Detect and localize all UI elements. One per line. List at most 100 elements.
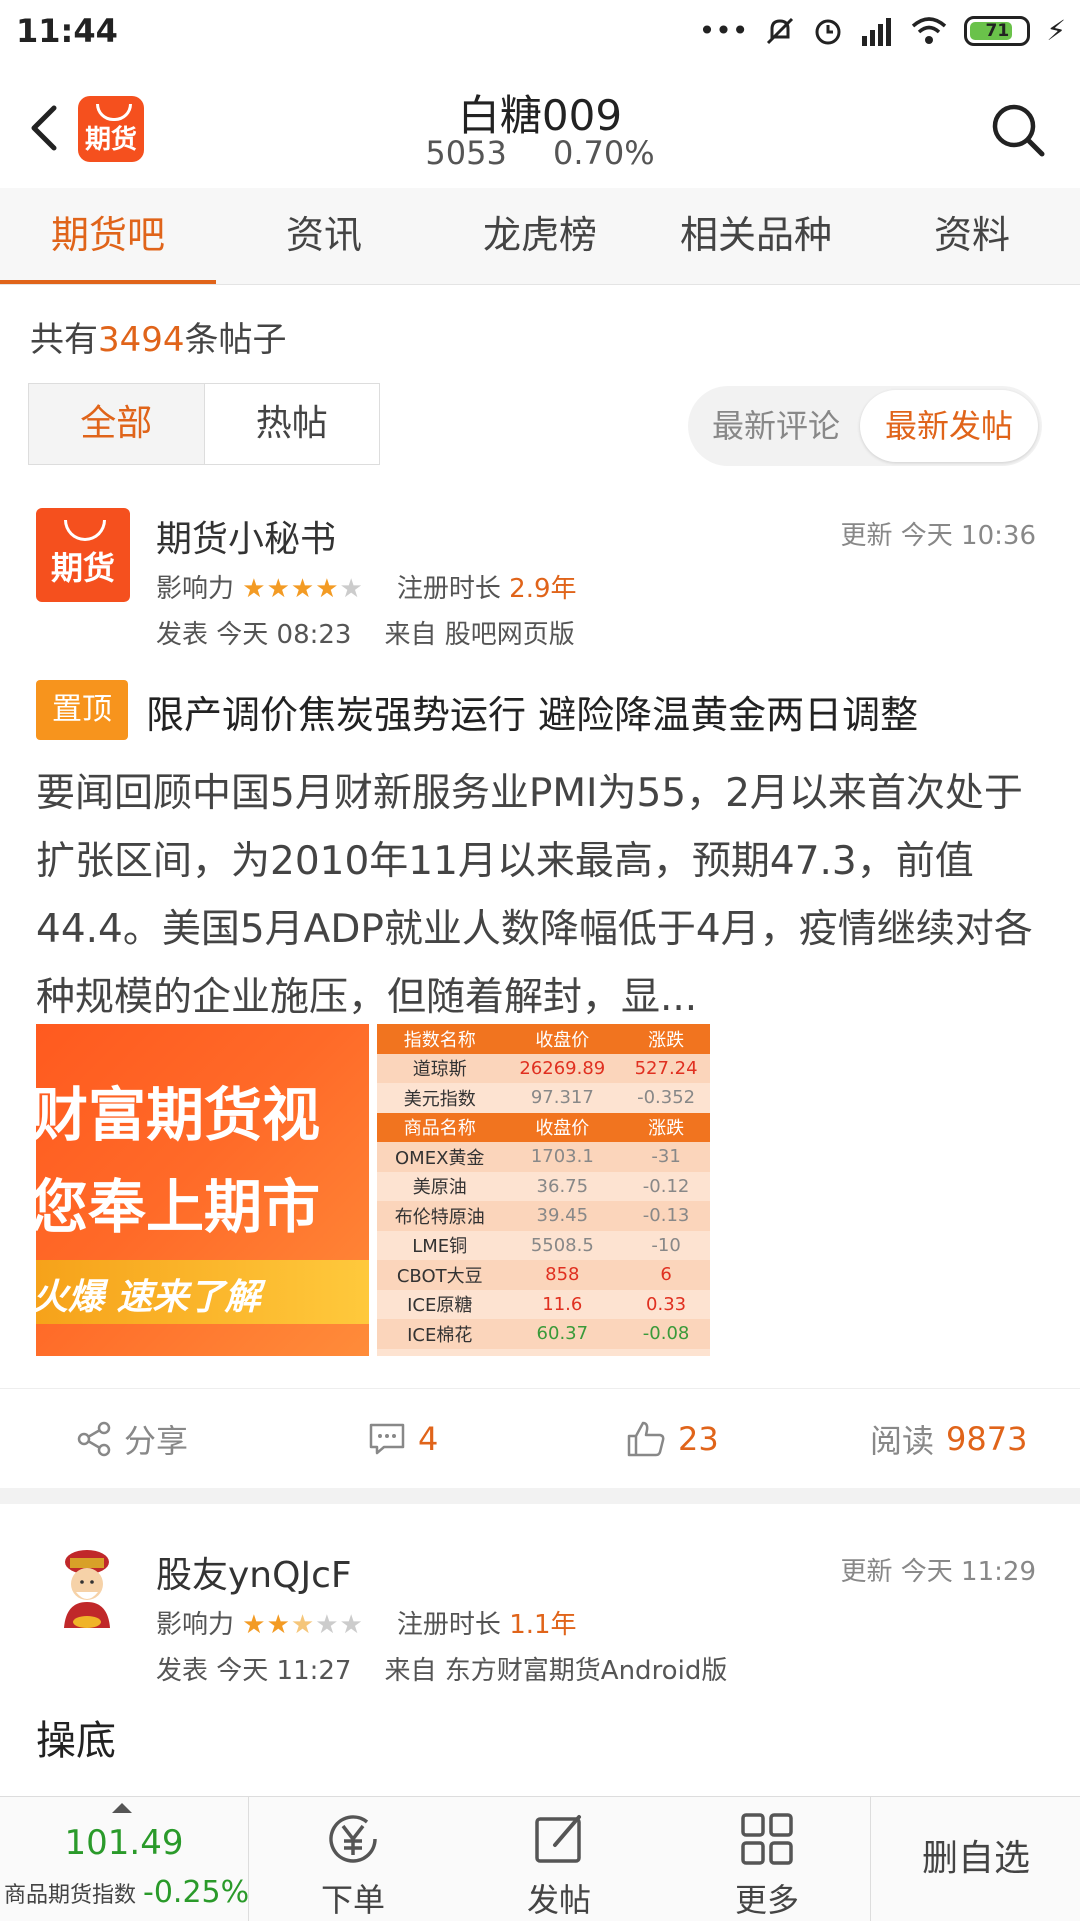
share-icon (77, 1421, 111, 1457)
table-header-row: 商品名称 收盘价 涨跌 (377, 1112, 710, 1142)
post-source: 来自 股吧网页版 (384, 620, 575, 650)
post-filter: 全部 热帖 (28, 383, 380, 465)
filter-hot-button[interactable]: 热帖 (203, 384, 380, 464)
status-bar: 11:44 ••• 71 ⚡ (0, 0, 1080, 68)
table-row: ICE原糖 11.6 0.33 (377, 1290, 710, 1320)
table-cell: 0.33 (646, 1293, 687, 1315)
table-cell: 26269.89 (502, 1053, 623, 1083)
post-count-suffix: 条帖子 (184, 320, 287, 360)
post-updated-time: 更新 今天 10:36 (840, 521, 1036, 551)
read-label: 阅读 (870, 1422, 935, 1460)
register-label: 注册时长 (396, 1610, 501, 1640)
table-cell: LME铜 (412, 1236, 468, 1258)
post-author[interactable]: 股友ynQJcF (156, 1546, 352, 1598)
post-actions: 分享 4 23 阅读 9873 (0, 1388, 1080, 1489)
table-row: ICE棉花 60.37 -0.08 (377, 1319, 710, 1349)
pinned-badge: 置顶 (36, 680, 128, 740)
comment-count: 4 (418, 1420, 439, 1458)
battery-level: 71 (985, 20, 1010, 41)
order-label: 下单 (320, 1881, 385, 1919)
table-cell: -0.12 (642, 1175, 690, 1197)
read-count: 阅读 9873 (870, 1389, 1027, 1489)
tab-dragon-tiger-list[interactable]: 龙虎榜 (432, 188, 648, 284)
post-author[interactable]: 期货小秘书 (156, 510, 336, 562)
banner-text-2: 您奉上期市 (36, 1173, 321, 1241)
sort-toggle: 最新评论 最新发帖 (688, 386, 1042, 466)
post-time: 发表 今天 11:27 (156, 1656, 352, 1686)
index-ticker[interactable]: 101.49 商品期货指数 -0.25% (0, 1797, 249, 1921)
post-title[interactable]: 限产调价焦炭强势运行 避险降温黄金两日调整 (146, 684, 918, 739)
wifi-icon (912, 16, 947, 44)
table-header-row: 指数名称 收盘价 涨跌 (377, 1024, 710, 1054)
table-header-cell: 指数名称 (377, 1024, 503, 1054)
table-cell: -31 (622, 1142, 710, 1172)
table-row: 美原油 36.75 -0.12 (377, 1172, 710, 1202)
post-count: 共有3494条帖子 (30, 312, 287, 361)
post-body[interactable]: 要闻回顾中国5月财新服务业PMI为55，2月以来首次处于扩张区间，为2010年1… (36, 760, 1046, 1032)
post-count-number: 3494 (98, 320, 185, 360)
banner-text-1: 财富期货视 (36, 1081, 321, 1149)
post-button[interactable]: 发帖 (455, 1797, 663, 1921)
table-cell: 美原油 (412, 1177, 467, 1199)
tab-related-varieties[interactable]: 相关品种 (648, 188, 864, 284)
table-header-cell: 收盘价 (502, 1112, 623, 1142)
table-row: 布伦特原油 39.45 -0.13 (377, 1201, 710, 1231)
banner-text-3: 火爆 速来了解 (36, 1277, 261, 1318)
share-button[interactable]: 分享 (76, 1389, 188, 1489)
share-label: 分享 (124, 1422, 189, 1460)
table-cell: -0.13 (622, 1201, 710, 1231)
table-row: 道琼斯 26269.89 527.24 (377, 1053, 710, 1083)
tab-futures-bar[interactable]: 期货吧 (0, 188, 216, 284)
sort-latest-post[interactable]: 最新发帖 (860, 390, 1038, 462)
table-cell: -0.352 (637, 1087, 696, 1109)
market-table: 指数名称 收盘价 涨跌 道琼斯 26269.89 527.24 美元指数 97.… (377, 1024, 710, 1349)
table-cell: -0.08 (622, 1319, 710, 1349)
price-line: 5053 0.70% (0, 134, 1080, 172)
table-header-cell: 涨跌 (622, 1024, 710, 1054)
tab-profile[interactable]: 资料 (864, 188, 1080, 284)
tab-bar: 期货吧 资讯 龙虎榜 相关品种 资料 (0, 188, 1080, 285)
post-image-banner[interactable]: 财富期货视 您奉上期市 火爆 速来了解 (36, 1024, 369, 1356)
filter-all-button[interactable]: 全部 (29, 384, 204, 464)
table-row: OMEX黄金 1703.1 -31 (377, 1142, 710, 1172)
price-value: 5053 (425, 134, 507, 172)
post-image-market-table[interactable]: 指数名称 收盘价 涨跌 道琼斯 26269.89 527.24 美元指数 97.… (377, 1024, 710, 1356)
table-cell: ICE棉花 (377, 1319, 503, 1349)
grid-icon (741, 1813, 793, 1865)
edit-icon (535, 1815, 581, 1863)
comment-icon (369, 1423, 405, 1455)
avatar[interactable] (40, 1544, 134, 1638)
search-icon[interactable] (990, 102, 1046, 158)
post-author-stats: 影响力 ★★★★★ 注册时长 2.9年 (156, 568, 577, 605)
more-button[interactable]: 更多 (663, 1797, 871, 1921)
sort-latest-comment[interactable]: 最新评论 (712, 386, 840, 466)
post-separator (0, 1488, 1080, 1504)
read-value: 9873 (946, 1420, 1028, 1458)
comment-button[interactable]: 4 (368, 1389, 438, 1489)
battery-icon: 71 (964, 15, 1031, 46)
register-value: 1.1年 (509, 1610, 577, 1640)
caret-up-icon (112, 1803, 132, 1813)
post-body[interactable]: 操底 (36, 1708, 116, 1766)
signal-icon (862, 17, 892, 46)
order-button[interactable]: 下单 (249, 1797, 457, 1921)
table-header-cell: 涨跌 (622, 1112, 710, 1142)
post-updated-time: 更新 今天 11:29 (840, 1557, 1036, 1587)
avatar[interactable]: 期货 (36, 508, 130, 602)
index-change: -0.25% (143, 1875, 250, 1910)
remove-watchlist-button[interactable]: 删自选 (870, 1797, 1080, 1921)
more-label: 更多 (734, 1881, 799, 1919)
table-header-cell: 收盘价 (502, 1024, 623, 1054)
table-cell: ICE原糖 (407, 1295, 473, 1317)
like-button[interactable]: 23 (626, 1389, 719, 1489)
table-cell: 527.24 (622, 1053, 710, 1083)
tab-news[interactable]: 资讯 (216, 188, 432, 284)
yen-icon (329, 1815, 377, 1863)
bottom-bar: 101.49 商品期货指数 -0.25% 下单 发帖 更多 删自选 (0, 1796, 1080, 1921)
table-cell: 39.45 (502, 1201, 623, 1231)
index-label: 商品期货指数 (4, 1883, 137, 1908)
table-cell: 858 (502, 1260, 623, 1290)
register-label: 注册时长 (396, 574, 501, 604)
post-source: 来自 东方财富期货Android版 (384, 1656, 728, 1686)
table-row: 美元指数 97.317 -0.352 (377, 1083, 710, 1113)
